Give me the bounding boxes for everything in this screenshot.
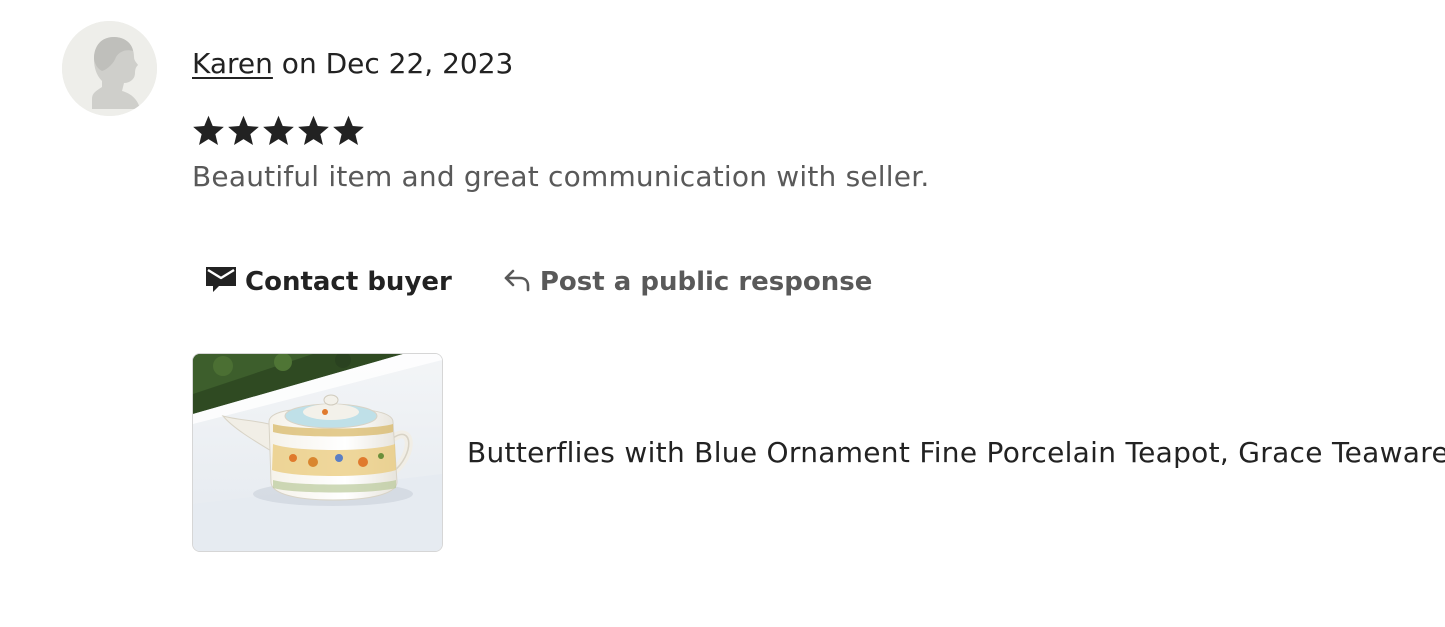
- star-icon: [228, 115, 259, 145]
- contact-buyer-label: Contact buyer: [245, 267, 452, 297]
- post-public-response-button[interactable]: Post a public response: [502, 265, 873, 300]
- reply-arrow-icon: [502, 265, 532, 300]
- star-icon: [193, 115, 224, 145]
- product-thumbnail[interactable]: [192, 353, 443, 552]
- reviewed-product[interactable]: Butterflies with Blue Ornament Fine Porc…: [192, 353, 1445, 552]
- reviewer-name-link[interactable]: Karen: [192, 47, 273, 80]
- review-card: Karen on Dec 22, 2023 Beautiful item and…: [0, 0, 1445, 627]
- star-rating: [191, 112, 366, 152]
- review-byline: Karen on Dec 22, 2023: [192, 44, 513, 84]
- post-public-response-label: Post a public response: [539, 267, 873, 297]
- avatar[interactable]: [62, 21, 157, 116]
- star-icon: [333, 115, 364, 145]
- review-text: Beautiful item and great communication w…: [192, 160, 930, 193]
- contact-buyer-button[interactable]: Contact buyer: [205, 264, 452, 301]
- envelope-icon: [205, 264, 237, 301]
- user-avatar-icon: [62, 21, 157, 116]
- product-title[interactable]: Butterflies with Blue Ornament Fine Porc…: [467, 433, 1445, 473]
- star-icon: [263, 115, 294, 145]
- review-actions: Contact buyer Post a public response: [205, 262, 872, 302]
- star-icon: [298, 115, 329, 145]
- review-date: on Dec 22, 2023: [272, 47, 514, 80]
